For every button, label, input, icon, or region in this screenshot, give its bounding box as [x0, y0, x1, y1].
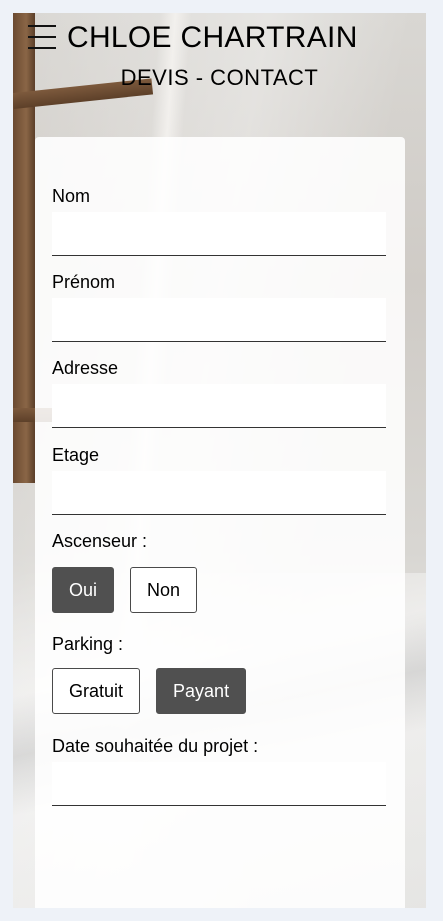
ascenseur-non-button[interactable]: Non — [130, 567, 198, 613]
ascenseur-oui-button[interactable]: Oui — [52, 567, 115, 613]
quote-contact-form: Nom Prénom Adresse Etage Ascenseur : Oui… — [35, 137, 405, 908]
etage-field: Etage — [52, 444, 386, 515]
parking-gratuit-button[interactable]: Gratuit — [52, 668, 141, 714]
parking-field: Parking : — [52, 633, 386, 660]
site-title[interactable]: CHLOE CHARTRAIN — [67, 21, 358, 55]
parking-options: Gratuit Payant — [52, 668, 247, 714]
page-viewport: CHLOE CHARTRAIN DEVIS - CONTACT Nom Prén… — [13, 13, 426, 908]
adresse-input[interactable] — [52, 384, 386, 428]
nom-field: Nom — [52, 185, 386, 256]
etage-input[interactable] — [52, 471, 386, 515]
page-subtitle: DEVIS - CONTACT — [120, 65, 319, 90]
date-label: Date souhaitée du projet : — [52, 736, 259, 756]
parking-payant-button[interactable]: Payant — [156, 668, 247, 714]
ascenseur-options: Oui Non — [52, 567, 198, 613]
parking-label: Parking : — [52, 634, 124, 654]
adresse-label: Adresse — [52, 358, 119, 378]
adresse-field: Adresse — [52, 357, 386, 428]
nom-input[interactable] — [52, 212, 386, 256]
prenom-field: Prénom — [52, 271, 386, 342]
prenom-input[interactable] — [52, 298, 386, 342]
etage-label: Etage — [52, 445, 100, 465]
date-input[interactable] — [52, 762, 386, 806]
ascenseur-field: Ascenseur : — [52, 530, 386, 557]
prenom-label: Prénom — [52, 272, 116, 292]
ascenseur-label: Ascenseur : — [52, 531, 148, 551]
date-field: Date souhaitée du projet : — [52, 735, 386, 806]
hamburger-menu-icon[interactable] — [28, 25, 56, 51]
nom-label: Nom — [52, 186, 91, 206]
